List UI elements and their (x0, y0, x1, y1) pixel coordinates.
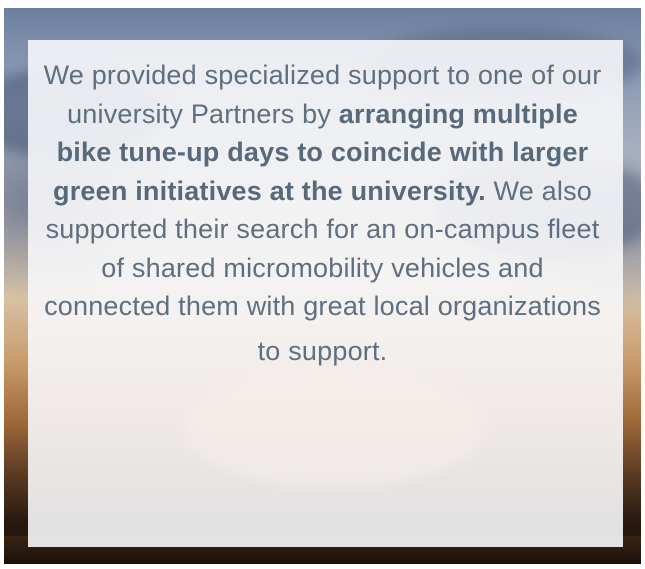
page-canvas: We provided specialized support to one o… (0, 0, 645, 569)
message-closing: to support. (257, 335, 388, 366)
message-text: We provided specialized support to one o… (40, 56, 605, 370)
